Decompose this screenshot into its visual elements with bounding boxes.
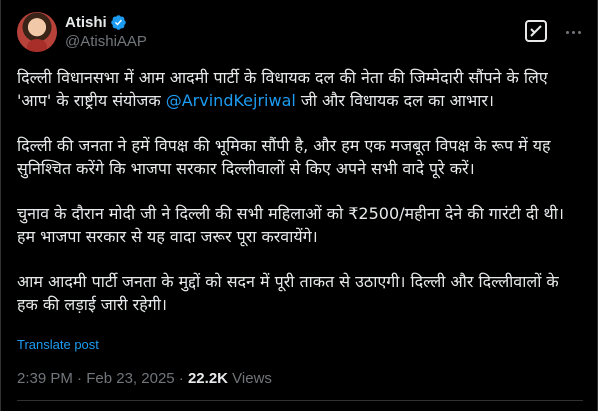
- paragraph-1-end: जी और विधायक दल का आभार।: [295, 91, 494, 110]
- author-info: Atishi @AtishiAAP: [65, 13, 147, 51]
- meta-separator: ·: [72, 370, 87, 387]
- meta-separator: ·: [174, 370, 188, 387]
- handle[interactable]: @AtishiAAP: [65, 32, 147, 51]
- tweet-text: दिल्ली विधानसभा में आम आदमी पार्टी के वि…: [17, 66, 583, 316]
- dot: [571, 30, 575, 34]
- views-label: Views: [228, 370, 272, 387]
- paragraph-4: आम आदमी पार्टी जनता के मुद्दों को सदन मे…: [17, 272, 559, 314]
- paragraph-1: दिल्ली विधानसभा में आम आदमी पार्टी के वि…: [17, 66, 583, 112]
- dot: [565, 30, 569, 34]
- views-count[interactable]: 22.2K: [188, 370, 228, 387]
- tweet-header: Atishi @AtishiAAP: [17, 12, 147, 52]
- dot: [577, 30, 581, 34]
- tweet-card: Atishi @AtishiAAP दिल्ली विधानसभा में आम…: [0, 0, 598, 411]
- paragraph-3: चुनाव के दौरान मोदी जी ने दिल्ली की सभी …: [17, 204, 564, 246]
- divider: [17, 400, 583, 401]
- avatar[interactable]: [17, 12, 57, 52]
- grok-icon[interactable]: [525, 20, 547, 42]
- grok-slash-icon: [530, 25, 542, 37]
- mention-link[interactable]: @ArvindKejriwal: [166, 91, 296, 110]
- more-options-icon[interactable]: [563, 22, 583, 42]
- verified-badge-icon: [110, 15, 126, 30]
- paragraph-2: दिल्ली की जनता ने हमें विपक्ष की भूमिका …: [17, 136, 551, 178]
- post-meta: 2:39 PM · Feb 23, 2025 · 22.2K Views: [17, 370, 272, 387]
- translate-post-link[interactable]: Translate post: [17, 337, 99, 352]
- name-row: Atishi: [65, 13, 147, 32]
- post-time[interactable]: 2:39 PM: [17, 370, 73, 387]
- post-date[interactable]: Feb 23, 2025: [86, 370, 174, 387]
- display-name[interactable]: Atishi: [65, 13, 107, 32]
